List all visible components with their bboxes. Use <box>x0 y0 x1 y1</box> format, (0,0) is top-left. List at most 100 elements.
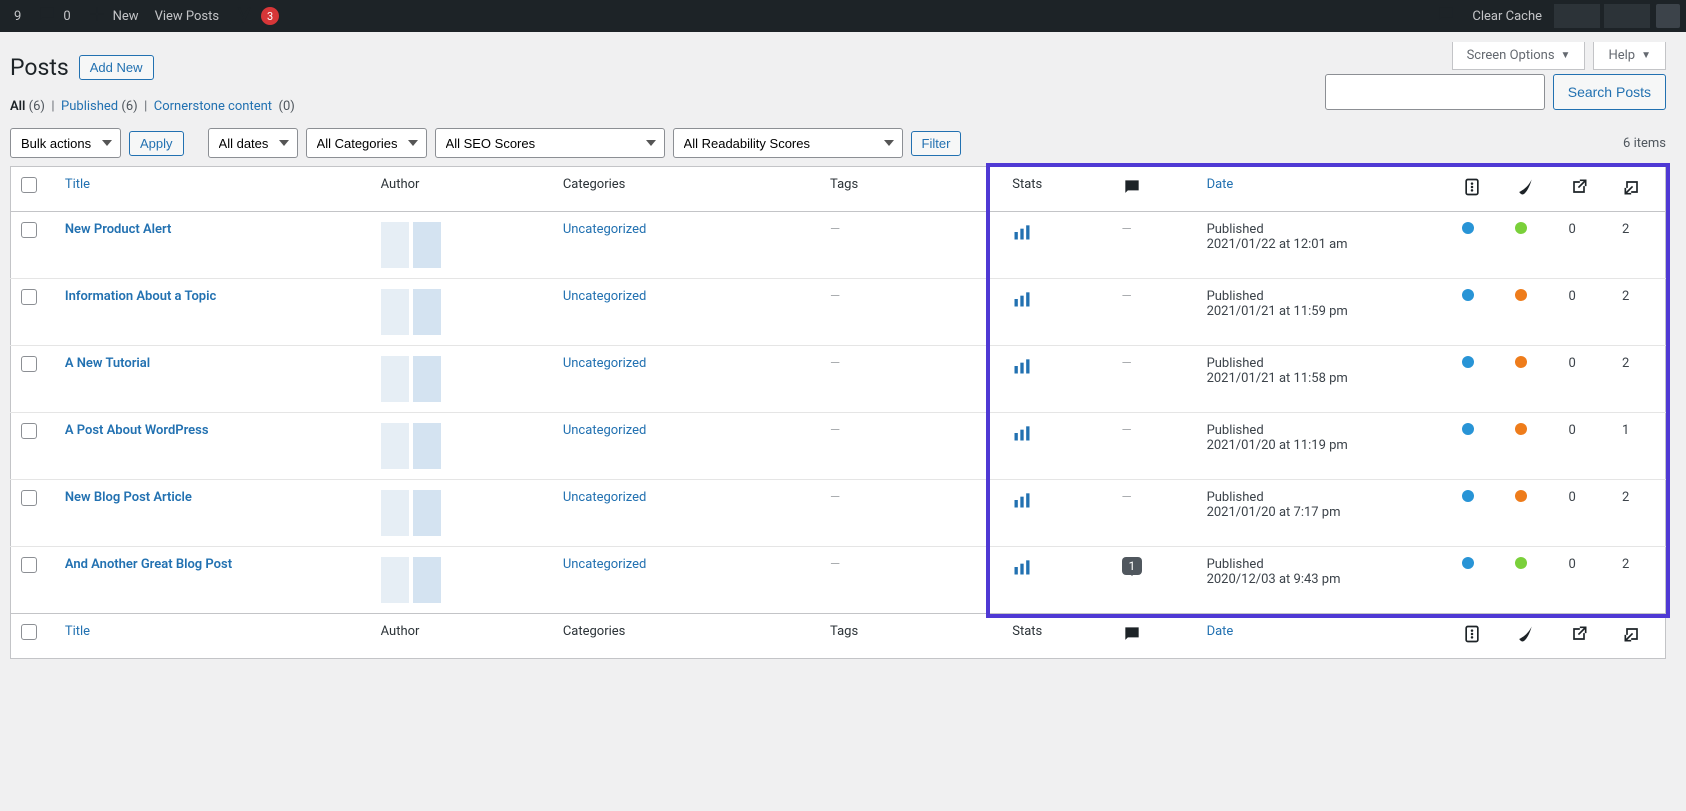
filter-published[interactable]: Published <box>61 99 118 114</box>
incoming-links-count: 2 <box>1622 289 1629 304</box>
clear-cache-label: Clear Cache <box>1472 9 1542 24</box>
post-title-link[interactable]: Information About a Topic <box>65 289 216 304</box>
post-title-link[interactable]: And Another Great Blog Post <box>65 557 232 572</box>
readability-filter-select[interactable]: All Readability Scores <box>673 128 903 158</box>
adminbar-view-posts[interactable]: View Posts <box>147 0 228 32</box>
search-posts-button[interactable]: Search Posts <box>1553 74 1666 110</box>
adminbar-user-block-2[interactable] <box>1604 4 1650 28</box>
category-link[interactable]: Uncategorized <box>563 222 646 237</box>
tags-value: — <box>830 490 840 505</box>
seo-score-dot <box>1462 356 1474 368</box>
stats-icon[interactable] <box>1012 499 1032 514</box>
seo-score-dot <box>1462 490 1474 502</box>
readability-score-dot <box>1515 490 1527 502</box>
adminbar-user-block[interactable] <box>1554 4 1600 28</box>
comments-value: — <box>1122 490 1132 505</box>
author-avatar <box>381 289 543 335</box>
category-link[interactable]: Uncategorized <box>563 356 646 371</box>
stats-icon[interactable] <box>1012 432 1032 447</box>
incoming-links-icon <box>1622 624 1642 648</box>
author-avatar <box>381 557 543 603</box>
adminbar-avatar[interactable] <box>1656 4 1680 28</box>
col-title-foot[interactable]: Title <box>65 624 90 639</box>
date-value: 2021/01/21 at 11:58 pm <box>1207 371 1348 386</box>
adminbar-comments[interactable]: 0 <box>29 0 78 32</box>
table-row: Information About a TopicUncategorized——… <box>11 279 1666 346</box>
author-avatar <box>381 356 543 402</box>
admin-bar: 9 0 New View Posts 3 Clear Cache <box>0 0 1686 32</box>
screen-options-toggle[interactable]: Screen Options▼ <box>1452 42 1586 70</box>
col-date-foot[interactable]: Date <box>1207 624 1234 639</box>
stats-icon[interactable] <box>1012 298 1032 313</box>
post-title-link[interactable]: A New Tutorial <box>65 356 150 371</box>
readability-score-dot <box>1515 356 1527 368</box>
seo-filter-select[interactable]: All SEO Scores <box>435 128 665 158</box>
adminbar-new[interactable]: New <box>79 0 147 32</box>
category-link[interactable]: Uncategorized <box>563 423 646 438</box>
adminbar-yoast[interactable]: 3 <box>227 0 287 32</box>
stats-icon[interactable] <box>1012 365 1032 380</box>
stats-icon[interactable] <box>1012 231 1032 246</box>
incoming-links-count: 2 <box>1622 490 1629 505</box>
col-author: Author <box>381 177 420 192</box>
date-value: 2021/01/22 at 12:01 am <box>1207 237 1348 252</box>
view-posts-label: View Posts <box>155 9 220 24</box>
outgoing-links-count: 0 <box>1569 557 1576 572</box>
row-checkbox[interactable] <box>21 490 37 506</box>
table-head: Title Author Categories Tags Stats Date <box>11 167 1666 212</box>
seo-score-icon <box>1462 177 1482 201</box>
select-all-checkbox[interactable] <box>21 177 37 193</box>
items-count: 6 items <box>1623 136 1666 151</box>
author-avatar <box>381 490 543 536</box>
outgoing-links-count: 0 <box>1569 490 1576 505</box>
date-value: 2021/01/20 at 11:19 pm <box>1207 438 1348 453</box>
help-label: Help <box>1608 48 1635 63</box>
comment-count-badge[interactable]: 1 <box>1122 557 1143 575</box>
adminbar-site-count[interactable]: 9 <box>6 0 29 32</box>
col-date[interactable]: Date <box>1207 177 1234 192</box>
filter-published-count: (6) <box>121 99 137 114</box>
comment-count: 0 <box>63 9 70 24</box>
category-link[interactable]: Uncategorized <box>563 557 646 572</box>
col-tags-foot: Tags <box>830 624 858 639</box>
comments-icon <box>1122 177 1142 201</box>
category-link[interactable]: Uncategorized <box>563 490 646 505</box>
select-all-checkbox-foot[interactable] <box>21 624 37 640</box>
row-checkbox[interactable] <box>21 356 37 372</box>
post-title-link[interactable]: New Blog Post Article <box>65 490 192 505</box>
row-checkbox[interactable] <box>21 222 37 238</box>
add-new-button[interactable]: Add New <box>79 55 154 80</box>
col-title[interactable]: Title <box>65 177 90 192</box>
outgoing-links-count: 0 <box>1569 356 1576 371</box>
category-link[interactable]: Uncategorized <box>563 289 646 304</box>
category-filter-select[interactable]: All Categories <box>306 128 427 158</box>
date-status: Published <box>1207 356 1264 371</box>
filter-all[interactable]: All <box>10 99 25 114</box>
date-filter-select[interactable]: All dates <box>208 128 298 158</box>
adminbar-notifications[interactable] <box>1428 0 1464 32</box>
search-input[interactable] <box>1325 74 1545 110</box>
row-checkbox[interactable] <box>21 557 37 573</box>
post-title-link[interactable]: A Post About WordPress <box>65 423 209 438</box>
screen-options-label: Screen Options <box>1467 48 1555 63</box>
row-checkbox[interactable] <box>21 289 37 305</box>
stats-icon[interactable] <box>1012 566 1032 581</box>
plus-icon <box>87 4 107 28</box>
help-toggle[interactable]: Help▼ <box>1593 42 1666 70</box>
filter-button[interactable]: Filter <box>911 131 962 156</box>
page-title: Posts <box>10 54 69 81</box>
readability-score-dot <box>1515 423 1527 435</box>
outgoing-links-icon <box>1569 177 1589 201</box>
author-avatar <box>381 222 543 268</box>
row-checkbox[interactable] <box>21 423 37 439</box>
filter-published-label: Published <box>61 99 118 114</box>
filter-cornerstone[interactable]: Cornerstone content <box>154 99 272 114</box>
readability-icon <box>1515 177 1535 201</box>
screen-meta-links: Screen Options▼ Help▼ <box>1452 42 1666 70</box>
adminbar-clear-cache[interactable]: Clear Cache <box>1464 0 1550 32</box>
post-title-link[interactable]: New Product Alert <box>65 222 172 237</box>
comment-icon <box>37 4 57 28</box>
bulk-actions-select[interactable]: Bulk actions <box>10 128 121 158</box>
yoast-icon <box>235 4 255 28</box>
apply-button[interactable]: Apply <box>129 131 184 156</box>
